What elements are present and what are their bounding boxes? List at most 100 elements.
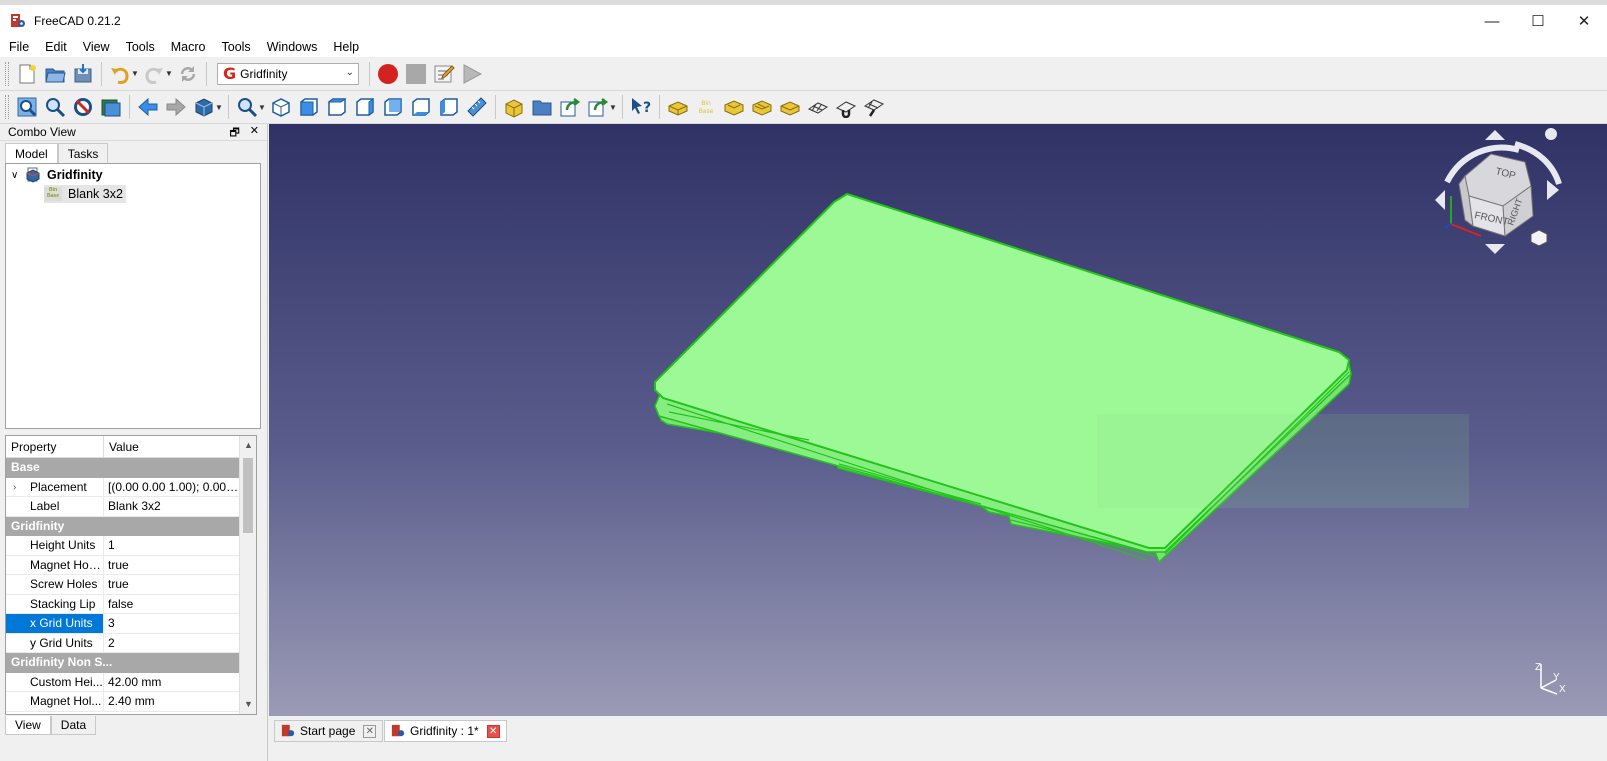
property-row[interactable]: Height Units 1 bbox=[6, 536, 239, 556]
measure-button[interactable] bbox=[463, 93, 491, 121]
menu-view[interactable]: View bbox=[74, 37, 117, 57]
menu-help[interactable]: Help bbox=[324, 37, 366, 57]
gridfinity-bin-base-button[interactable]: Bin Base bbox=[692, 93, 720, 121]
property-value[interactable]: 2.40 mm bbox=[104, 692, 239, 711]
menu-windows[interactable]: Windows bbox=[258, 37, 325, 57]
maximize-button[interactable]: ☐ bbox=[1515, 5, 1561, 37]
close-panel-icon[interactable]: ✕ bbox=[250, 124, 259, 143]
create-group-button[interactable] bbox=[528, 93, 556, 121]
property-row-selected[interactable]: x Grid Units 3 bbox=[6, 614, 239, 634]
open-document-button[interactable] bbox=[41, 60, 69, 88]
view-right-button[interactable] bbox=[351, 93, 379, 121]
view-top-button[interactable] bbox=[323, 93, 351, 121]
property-value[interactable]: Blank 3x2 bbox=[104, 497, 239, 516]
redo-dropdown-icon[interactable]: ▼ bbox=[164, 69, 174, 78]
menu-tools[interactable]: Tools bbox=[117, 37, 162, 57]
gridfinity-screw-baseplate-button[interactable] bbox=[860, 93, 888, 121]
property-row[interactable]: Stacking Lip false bbox=[6, 594, 239, 614]
menu-tools-2[interactable]: Tools bbox=[213, 37, 258, 57]
new-document-button[interactable] bbox=[13, 60, 41, 88]
tab-model[interactable]: Model bbox=[5, 143, 58, 164]
isometric-view-icon[interactable] bbox=[1530, 229, 1548, 247]
property-row[interactable]: y Grid Units 2 bbox=[6, 633, 239, 653]
value-column-header[interactable]: Value bbox=[104, 436, 139, 457]
view-front-button[interactable] bbox=[295, 93, 323, 121]
tree-item-document[interactable]: ∨ Gridfinity bbox=[11, 166, 103, 184]
tree-item-blank-bin[interactable]: Bin Base Blank 3x2 bbox=[44, 185, 126, 203]
property-row[interactable]: Magnet Holes true bbox=[6, 555, 239, 575]
back-button[interactable] bbox=[134, 93, 162, 121]
minimize-button[interactable]: — bbox=[1469, 5, 1515, 37]
whats-this-button[interactable]: ? bbox=[627, 93, 655, 121]
create-link-button[interactable] bbox=[556, 93, 584, 121]
gridfinity-simple-bin-button[interactable] bbox=[720, 93, 748, 121]
bounding-box-button[interactable] bbox=[97, 93, 125, 121]
forward-button[interactable] bbox=[162, 93, 190, 121]
property-group[interactable]: Gridfinity Non S... bbox=[6, 653, 239, 673]
property-value[interactable]: true bbox=[104, 556, 239, 575]
property-value[interactable]: 2 bbox=[104, 634, 239, 653]
property-value[interactable]: 1 bbox=[104, 536, 239, 555]
std-views-dropdown-icon[interactable]: ▼ bbox=[214, 103, 224, 112]
menu-file[interactable]: File bbox=[0, 37, 36, 57]
property-row[interactable]: Label Blank 3x2 bbox=[6, 497, 239, 517]
property-group[interactable]: Base bbox=[6, 458, 239, 478]
stop-macro-button[interactable] bbox=[402, 60, 430, 88]
gridfinity-baseplate-button[interactable] bbox=[804, 93, 832, 121]
undock-icon[interactable]: 🗗 bbox=[229, 124, 239, 143]
view-left-button[interactable] bbox=[435, 93, 463, 121]
draw-style-button[interactable] bbox=[69, 93, 97, 121]
fit-all-button[interactable] bbox=[13, 93, 41, 121]
save-document-button[interactable] bbox=[69, 60, 97, 88]
property-scrollbar[interactable]: ▲ ▼ bbox=[239, 436, 256, 714]
toolbar-grip[interactable] bbox=[5, 61, 9, 86]
link-dropdown-icon[interactable]: ▼ bbox=[608, 103, 618, 112]
property-row[interactable]: Custom Hei... 42.00 mm bbox=[6, 672, 239, 692]
record-macro-button[interactable] bbox=[374, 60, 402, 88]
view-isometric-button[interactable] bbox=[267, 93, 295, 121]
property-row[interactable]: Magnet Hol... 2.40 mm bbox=[6, 692, 239, 712]
property-group[interactable]: Gridfinity bbox=[6, 516, 239, 536]
close-tab-icon[interactable]: ✕ bbox=[363, 724, 377, 738]
scroll-up-icon[interactable]: ▲ bbox=[244, 440, 253, 450]
refresh-button[interactable] bbox=[174, 60, 202, 88]
menu-macro[interactable]: Macro bbox=[162, 37, 213, 57]
arrow-up-icon[interactable] bbox=[1485, 130, 1505, 140]
arrow-down-icon[interactable] bbox=[1485, 244, 1505, 254]
close-tab-icon[interactable]: ✕ bbox=[486, 724, 500, 738]
zoom-dropdown-icon[interactable]: ▼ bbox=[257, 103, 267, 112]
gridfinity-eco-bin-button[interactable] bbox=[748, 93, 776, 121]
property-column-header[interactable]: Property bbox=[6, 436, 104, 457]
scrollbar-thumb[interactable] bbox=[243, 458, 253, 533]
toolbar-grip[interactable] bbox=[5, 95, 9, 119]
create-part-button[interactable] bbox=[500, 93, 528, 121]
property-row[interactable]: Screw Holes true bbox=[6, 575, 239, 595]
gridfinity-magnet-baseplate-button[interactable] bbox=[832, 93, 860, 121]
arrow-left-icon[interactable] bbox=[1435, 190, 1445, 210]
chevron-down-icon[interactable]: ∨ bbox=[11, 170, 25, 181]
chevron-right-icon[interactable]: › bbox=[13, 478, 16, 497]
edit-macro-button[interactable] bbox=[430, 60, 458, 88]
3d-viewport[interactable]: TOP FRONT RIGHT Z Y X bbox=[269, 124, 1607, 716]
property-value[interactable]: true bbox=[104, 575, 239, 594]
tab-gridfinity-document[interactable]: Gridfinity : 1* ✕ bbox=[384, 720, 507, 742]
property-value[interactable]: 42.00 mm bbox=[104, 673, 239, 692]
property-value[interactable]: 3 bbox=[104, 614, 239, 633]
menu-edit[interactable]: Edit bbox=[36, 37, 74, 57]
fit-selection-button[interactable] bbox=[41, 93, 69, 121]
workbench-selector[interactable]: G Gridfinity ⌄ bbox=[217, 62, 359, 85]
tab-view[interactable]: View bbox=[5, 716, 51, 735]
property-value[interactable]: false bbox=[104, 595, 239, 614]
tab-tasks[interactable]: Tasks bbox=[57, 143, 109, 164]
property-row[interactable]: › Placement [(0.00 0.00 1.00); 0.00 °;... bbox=[6, 477, 239, 497]
view-bottom-button[interactable] bbox=[407, 93, 435, 121]
scroll-down-icon[interactable]: ▼ bbox=[244, 699, 253, 709]
view-menu-icon[interactable] bbox=[1545, 128, 1557, 140]
run-macro-button[interactable] bbox=[458, 60, 486, 88]
view-rear-button[interactable] bbox=[379, 93, 407, 121]
close-window-button[interactable]: ✕ bbox=[1561, 5, 1607, 37]
property-value[interactable]: [(0.00 0.00 1.00); 0.00 °;... bbox=[104, 478, 239, 497]
tab-start-page[interactable]: Start page ✕ bbox=[274, 720, 384, 742]
gridfinity-parts-bin-button[interactable] bbox=[776, 93, 804, 121]
gridfinity-bin-button[interactable] bbox=[664, 93, 692, 121]
